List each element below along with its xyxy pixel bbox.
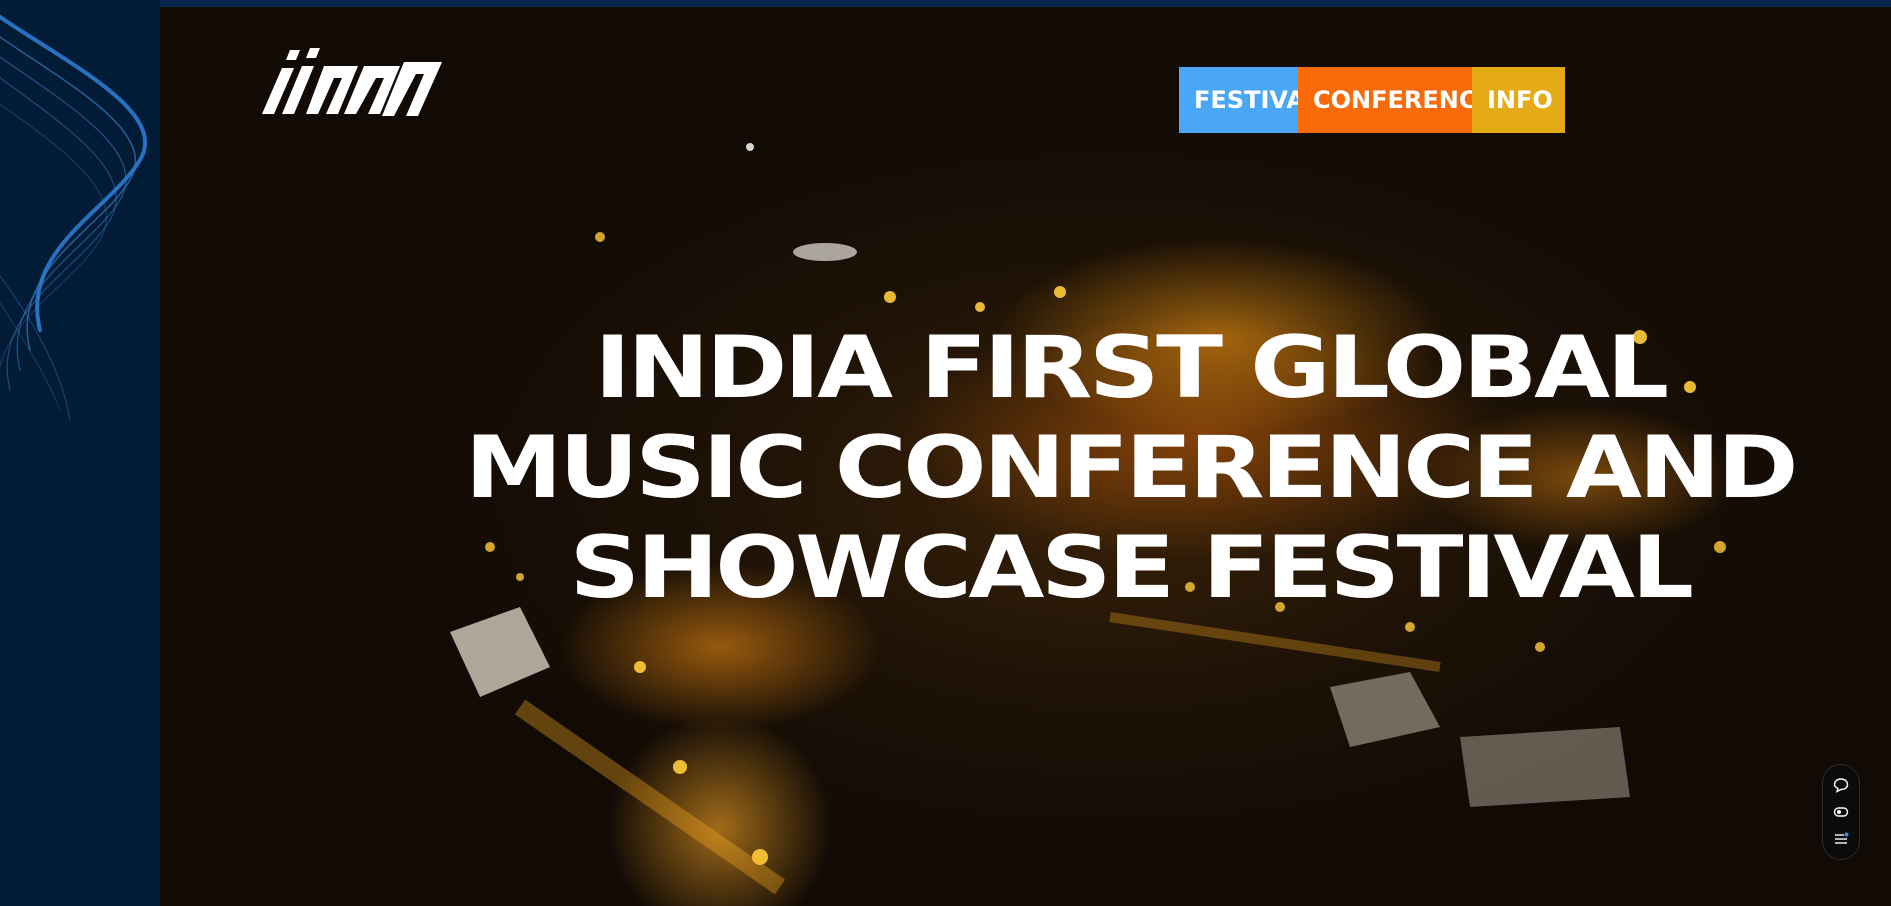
headline-line-3: SHOWCASE FESTIVAL xyxy=(569,518,1693,618)
toggle-eye-icon[interactable] xyxy=(1831,802,1851,822)
iimw-logo[interactable] xyxy=(258,44,444,118)
side-decor-panel xyxy=(0,0,160,906)
list-menu-icon[interactable] xyxy=(1831,829,1851,849)
iimw-wordmark-logo xyxy=(262,48,442,116)
floating-tools-widget xyxy=(1822,764,1860,860)
hero-headline: INDIA FIRST GLOBAL MUSIC CONFERENCE AND … xyxy=(343,318,1891,618)
top-border-strip xyxy=(0,0,1891,7)
nav-conference-tab[interactable]: CONFERENCE xyxy=(1298,67,1472,133)
wave-lines-decoration xyxy=(0,14,148,421)
nav-festival-tab[interactable]: FESTIVAL xyxy=(1179,67,1298,133)
main-nav: FESTIVAL CONFERENCE INFO xyxy=(1179,67,1565,133)
chat-bubble-icon[interactable] xyxy=(1831,775,1851,795)
headline-line-2: MUSIC CONFERENCE AND xyxy=(464,418,1799,518)
nav-info-tab[interactable]: INFO xyxy=(1472,67,1565,133)
headline-line-1: INDIA FIRST GLOBAL xyxy=(594,318,1669,418)
